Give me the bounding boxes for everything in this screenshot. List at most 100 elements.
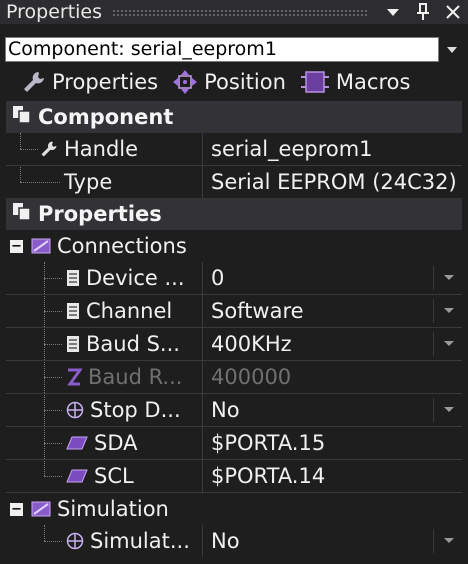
- property-row-channel[interactable]: Channel Software: [6, 294, 462, 327]
- group-simulation[interactable]: − Simulation: [6, 492, 462, 525]
- property-row-scl[interactable]: SCL $PORTA.14: [6, 459, 462, 492]
- dropdown-divider: [433, 299, 434, 323]
- properties-tab-button[interactable]: Properties: [22, 70, 158, 94]
- property-value-baud-select[interactable]: 400KHz: [202, 328, 462, 360]
- category-component-label: Component: [38, 105, 174, 129]
- property-value-baud-rate: 400000: [202, 361, 462, 393]
- property-row-simulation[interactable]: Simulat... No: [6, 525, 462, 557]
- tree-line: [20, 166, 21, 182]
- property-name-cell: SCL: [6, 460, 202, 492]
- property-name: SDA: [94, 431, 138, 455]
- property-name-cell: Baud R...: [6, 361, 202, 393]
- wrench-icon: [24, 72, 44, 92]
- toolbar: Properties Position Macros: [0, 66, 468, 98]
- property-value-device[interactable]: 0: [202, 262, 462, 294]
- property-name-cell: Device ...: [6, 262, 202, 294]
- property-value-channel[interactable]: Software: [202, 295, 462, 327]
- property-value-type: Serial EEPROM (24C32): [202, 166, 462, 198]
- list-icon: [66, 302, 80, 320]
- vertical-scrollbar[interactable]: [462, 101, 468, 564]
- property-row-handle[interactable]: Handle serial_eeprom1: [6, 133, 462, 165]
- property-value-scl[interactable]: $PORTA.14: [202, 460, 462, 492]
- property-row-sda[interactable]: SDA $PORTA.15: [6, 426, 462, 459]
- property-value-stop-delay[interactable]: No: [202, 394, 462, 426]
- tree-line: [44, 443, 62, 444]
- category-icon: [12, 105, 32, 130]
- dropdown-divider: [433, 398, 434, 422]
- dropdown-arrow-icon[interactable]: [444, 341, 454, 346]
- tree-line: [44, 525, 45, 541]
- property-row-stop-delay[interactable]: Stop D... No: [6, 393, 462, 426]
- drag-grip[interactable]: [112, 8, 368, 16]
- folder-icon: [31, 500, 51, 518]
- close-button[interactable]: [438, 0, 468, 24]
- dropdown-divider: [433, 529, 434, 553]
- pin-connection-icon: [66, 469, 88, 483]
- close-icon: [446, 5, 460, 19]
- position-tab-button[interactable]: Position: [172, 69, 286, 95]
- collapse-toggle[interactable]: −: [10, 502, 23, 516]
- tree-line: [20, 149, 38, 150]
- radio-icon: [66, 532, 84, 550]
- property-value-sda[interactable]: $PORTA.15: [202, 427, 462, 459]
- list-icon: [66, 269, 80, 287]
- property-row-type[interactable]: Type Serial EEPROM (24C32): [6, 165, 462, 198]
- category-properties[interactable]: Properties: [6, 198, 462, 230]
- tree-line: [44, 541, 62, 542]
- property-name: Handle: [64, 137, 139, 161]
- property-name: Channel: [86, 299, 173, 323]
- macros-tab-label: Macros: [335, 70, 411, 94]
- dropdown-arrow-icon[interactable]: [444, 407, 454, 412]
- property-name-cell: Simulat...: [6, 525, 202, 557]
- property-row-baud-select[interactable]: Baud S... 400KHz: [6, 327, 462, 360]
- wrench-icon: [40, 140, 58, 158]
- property-name: Baud R...: [88, 365, 183, 389]
- tree-line: [44, 311, 62, 312]
- radio-icon: [66, 401, 84, 419]
- tree-line: [44, 476, 62, 477]
- move-icon: [173, 70, 198, 94]
- dropdown-arrow-icon[interactable]: [444, 275, 454, 280]
- dropdown-arrow-icon[interactable]: [444, 538, 454, 543]
- property-name: Baud S...: [86, 332, 180, 356]
- property-row-device[interactable]: Device ... 0: [6, 262, 462, 294]
- macros-tab-button[interactable]: Macros: [300, 69, 411, 95]
- property-name: SCL: [94, 464, 134, 488]
- property-name: Stop D...: [90, 398, 181, 422]
- property-row-baud-rate: Baud R... 400000: [6, 360, 462, 393]
- group-connections[interactable]: − Connections: [6, 230, 462, 262]
- property-name: Simulat...: [90, 529, 190, 553]
- folder-icon: [31, 237, 51, 255]
- dropdown-button[interactable]: [378, 0, 408, 24]
- properties-panel: Properties Component: serial_eeprom1 Pro…: [0, 0, 468, 564]
- property-value: Software: [211, 299, 304, 323]
- group-name-cell: − Simulation: [6, 493, 462, 525]
- pin-button[interactable]: [408, 0, 438, 24]
- category-properties-label: Properties: [38, 202, 162, 226]
- property-name-cell: Stop D...: [6, 394, 202, 426]
- tree-line: [44, 344, 62, 345]
- tree-line: [44, 377, 62, 378]
- tree-line: [44, 278, 62, 279]
- property-value-handle[interactable]: serial_eeprom1: [202, 133, 462, 165]
- dropdown-arrow-icon[interactable]: [444, 308, 454, 313]
- macros-icon: [300, 71, 329, 93]
- pin-connection-icon: [66, 436, 88, 450]
- title-bar: Properties: [0, 0, 468, 24]
- z-icon: [66, 367, 82, 387]
- category-icon: [12, 202, 32, 227]
- panel-title: Properties: [6, 1, 103, 23]
- property-value: No: [211, 398, 240, 422]
- component-select-arrow[interactable]: [441, 37, 463, 62]
- property-name: Device ...: [86, 266, 185, 290]
- property-name-cell: Channel: [6, 295, 202, 327]
- category-component[interactable]: Component: [6, 101, 462, 133]
- component-select[interactable]: Component: serial_eeprom1: [5, 37, 439, 62]
- property-grid: Component Handle serial_eeprom1 Type Ser…: [6, 101, 462, 557]
- properties-tab-label: Properties: [52, 70, 159, 94]
- position-tab-label: Position: [204, 70, 286, 94]
- list-icon: [66, 335, 80, 353]
- property-value-simulation[interactable]: No: [202, 525, 462, 557]
- property-value: 400KHz: [211, 332, 292, 356]
- collapse-toggle[interactable]: −: [10, 239, 23, 253]
